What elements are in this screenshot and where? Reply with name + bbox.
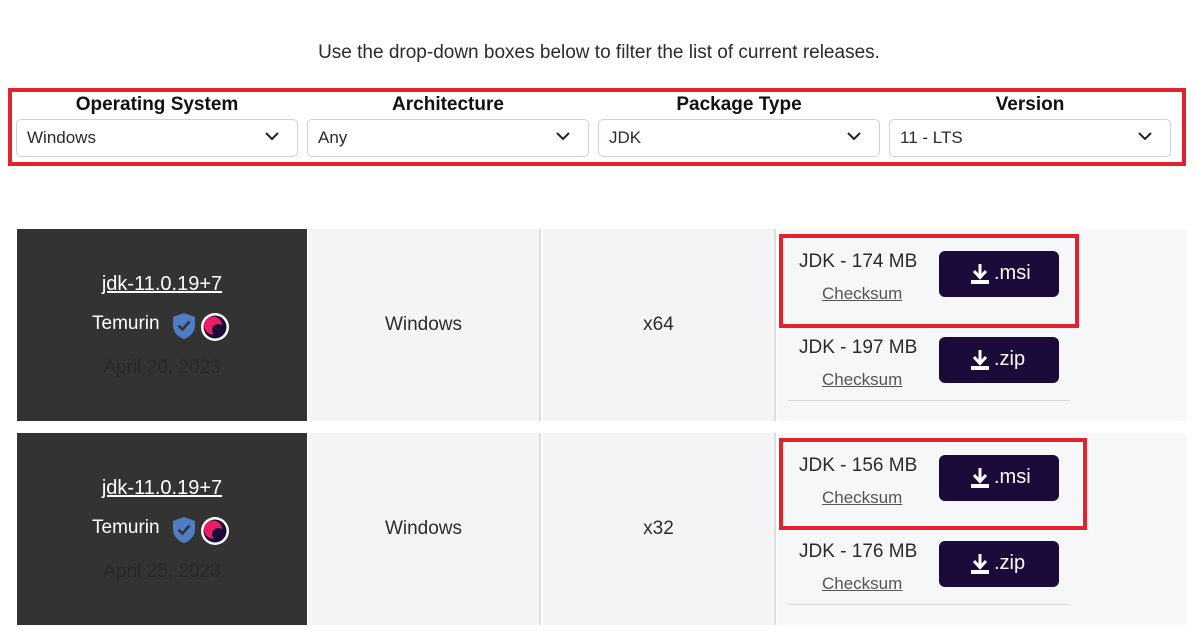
checksum-link[interactable]: Checksum — [822, 488, 902, 508]
os-cell: Windows — [308, 433, 541, 625]
download-icon — [971, 468, 989, 488]
checksum-link[interactable]: Checksum — [822, 370, 902, 390]
download-button-label: .zip — [994, 552, 1026, 574]
download-msi-button[interactable]: .msi — [939, 251, 1059, 297]
architecture-select[interactable]: Any — [307, 119, 589, 157]
download-icon — [971, 264, 989, 284]
release-date: April 20, 2023 — [103, 357, 221, 378]
package-type-select[interactable]: JDK — [598, 119, 880, 157]
chevron-down-icon — [1138, 132, 1152, 141]
vendor-name: Temurin — [92, 313, 160, 334]
select-value: 11 - LTS — [900, 128, 963, 147]
filter-label: Operating System — [75, 94, 239, 115]
os-select[interactable]: Windows — [16, 119, 298, 157]
package-label: JDK - 174 MB — [799, 251, 918, 272]
arch-value: x64 — [643, 314, 674, 335]
package-item: JDK - 156 MB Checksum .msi — [778, 433, 1186, 519]
release-row: jdk-11.0.19+7 Temurin April 20, 2023 Win… — [17, 229, 1186, 421]
checksum-link[interactable]: Checksum — [822, 574, 902, 594]
version-select[interactable]: 11 - LTS — [889, 119, 1171, 157]
filter-label: Version — [995, 94, 1065, 115]
select-value: Any — [318, 128, 348, 147]
release-link[interactable]: jdk-11.0.19+7 — [17, 273, 307, 296]
os-value: Windows — [384, 314, 463, 335]
divider — [788, 604, 1070, 605]
eclipse-logo-icon — [201, 517, 229, 545]
release-cell: jdk-11.0.19+7 Temurin April 20, 2023 — [17, 229, 307, 421]
release-row: jdk-11.0.19+7 Temurin April 25, 2023 Win… — [17, 433, 1186, 625]
arch-cell: x64 — [543, 229, 776, 421]
release-cell: jdk-11.0.19+7 Temurin April 25, 2023 — [17, 433, 307, 625]
download-button-label: .zip — [994, 348, 1026, 370]
os-cell: Windows — [308, 229, 541, 421]
package-label: JDK - 197 MB — [799, 337, 918, 358]
package-label: JDK - 176 MB — [799, 541, 918, 562]
package-item: JDK - 176 MB Checksum .zip — [778, 519, 1186, 605]
download-zip-button[interactable]: .zip — [939, 337, 1059, 383]
release-date: April 25, 2023 — [103, 561, 221, 582]
filter-label: Architecture — [392, 94, 504, 115]
select-value: JDK — [609, 128, 642, 147]
verified-shield-icon — [173, 313, 195, 339]
download-button-label: .msi — [994, 262, 1031, 284]
package-item: JDK - 174 MB Checksum .msi — [778, 229, 1186, 315]
download-button-label: .msi — [994, 466, 1031, 488]
select-value: Windows — [27, 128, 96, 147]
divider — [788, 400, 1070, 401]
release-link[interactable]: jdk-11.0.19+7 — [17, 477, 307, 500]
chevron-down-icon — [556, 132, 570, 141]
filter-label: Package Type — [676, 94, 802, 115]
package-item: JDK - 197 MB Checksum .zip — [778, 315, 1186, 401]
download-icon — [971, 554, 989, 574]
download-msi-button[interactable]: .msi — [939, 455, 1059, 501]
verified-shield-icon — [173, 517, 195, 543]
download-zip-button[interactable]: .zip — [939, 541, 1059, 587]
downloads-cell: JDK - 174 MB Checksum .msi JDK - 197 MB … — [778, 229, 1186, 421]
arch-cell: x32 — [543, 433, 776, 625]
eclipse-logo-icon — [201, 313, 229, 341]
filter-bar: Operating System Windows Architecture An… — [8, 88, 1186, 166]
os-value: Windows — [384, 518, 463, 539]
download-icon — [971, 350, 989, 370]
downloads-cell: JDK - 156 MB Checksum .msi JDK - 176 MB … — [778, 433, 1186, 625]
chevron-down-icon — [847, 132, 861, 141]
arch-value: x32 — [643, 518, 674, 539]
package-label: JDK - 156 MB — [799, 455, 918, 476]
vendor-name: Temurin — [92, 517, 160, 538]
chevron-down-icon — [265, 132, 279, 141]
checksum-link[interactable]: Checksum — [822, 284, 902, 304]
intro-text: Use the drop-down boxes below to filter … — [318, 42, 880, 63]
